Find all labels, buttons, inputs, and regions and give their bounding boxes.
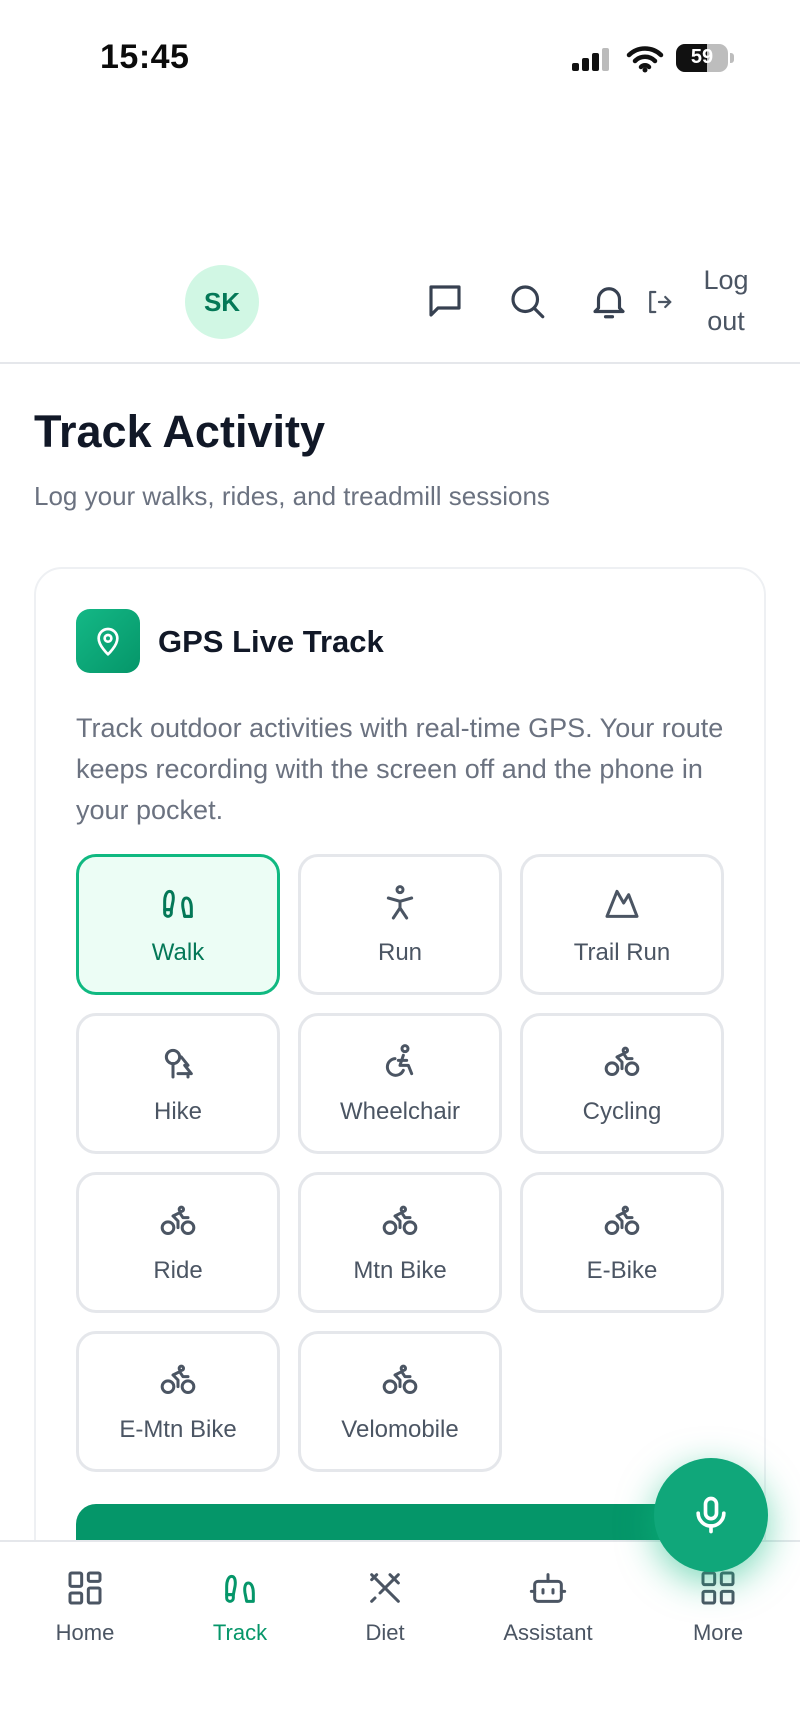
cellular-signal-icon	[572, 48, 609, 71]
bell-icon[interactable]	[588, 280, 630, 322]
activity-e-bike[interactable]: E-Bike	[520, 1172, 724, 1313]
activity-hike[interactable]: Hike	[76, 1013, 280, 1154]
nav-label: Home	[55, 1620, 115, 1645]
nav-label: Diet	[365, 1620, 405, 1645]
footprints-icon	[220, 1568, 260, 1608]
bike-icon	[602, 1042, 642, 1082]
nav-assistant[interactable]: Assistant	[483, 1568, 613, 1648]
activity-cycling[interactable]: Cycling	[520, 1013, 724, 1154]
nav-more[interactable]: More	[653, 1568, 783, 1648]
chat-icon[interactable]	[424, 280, 466, 322]
logout-icon[interactable]	[644, 287, 674, 317]
nav-diet[interactable]: Diet	[320, 1568, 450, 1648]
status-time: 15:45	[100, 38, 190, 76]
page-subtitle: Log your walks, rides, and treadmill ses…	[34, 481, 550, 511]
activity-run[interactable]: Run	[298, 854, 502, 995]
bike-icon	[158, 1360, 198, 1400]
battery-nub	[730, 53, 734, 63]
bot-icon	[528, 1568, 568, 1608]
footprints-icon	[158, 883, 198, 923]
map-pin-icon	[76, 609, 140, 673]
search-icon[interactable]	[506, 280, 548, 322]
activity-ride[interactable]: Ride	[76, 1172, 280, 1313]
wifi-icon	[626, 46, 664, 73]
activity-velomobile[interactable]: Velomobile	[298, 1331, 502, 1472]
bike-icon	[380, 1201, 420, 1241]
activity-label: Hike	[153, 1098, 202, 1125]
battery-indicator: 59	[676, 44, 728, 72]
nav-home[interactable]: Home	[20, 1568, 150, 1648]
grid-icon	[65, 1568, 105, 1608]
page-title: Track Activity	[34, 406, 325, 457]
track-activity-screen: 15:45 59 SK Log out Track Activity Log y…	[0, 0, 800, 1734]
activity-label: Ride	[153, 1257, 203, 1284]
app-header: SK Log out	[0, 240, 800, 364]
voice-input-button[interactable]	[654, 1458, 768, 1572]
activity-label: Run	[377, 939, 423, 966]
logout-button[interactable]: Log out	[696, 260, 756, 342]
activity-label: Wheelchair	[339, 1098, 461, 1125]
activity-label: E-Mtn Bike	[119, 1416, 237, 1443]
nav-track[interactable]: Track	[175, 1568, 305, 1648]
activity-wheelchair[interactable]: Wheelchair	[298, 1013, 502, 1154]
nav-label: More	[692, 1620, 744, 1645]
activity-label: Velomobile	[341, 1416, 459, 1443]
bottom-nav: Home Track Diet Assistant More	[0, 1540, 800, 1734]
gps-card-description: Track outdoor activities with real-time …	[76, 713, 724, 825]
activity-label: E-Bike	[586, 1257, 658, 1284]
bike-icon	[380, 1360, 420, 1400]
activity-label: Trail Run	[573, 939, 671, 966]
activity-e-mtn-bike[interactable]: E-Mtn Bike	[76, 1331, 280, 1472]
nav-label: Assistant	[503, 1620, 593, 1645]
microphone-icon	[696, 1496, 726, 1534]
wheelchair-icon	[380, 1042, 420, 1082]
mountain-icon	[602, 883, 642, 923]
grid-icon	[698, 1568, 738, 1608]
bike-icon	[602, 1201, 642, 1241]
trees-icon	[158, 1042, 198, 1082]
utensils-icon	[365, 1568, 405, 1608]
battery-level: 59	[690, 46, 714, 68]
nav-label: Track	[212, 1620, 268, 1645]
activity-walk[interactable]: Walk	[76, 854, 280, 995]
activity-trail-run[interactable]: Trail Run	[520, 854, 724, 995]
avatar[interactable]: SK	[185, 265, 259, 339]
running-person-icon	[380, 883, 420, 923]
activity-label: Cycling	[582, 1098, 662, 1125]
activity-label: Mtn Bike	[353, 1257, 447, 1284]
bike-icon	[158, 1201, 198, 1241]
activity-label: Walk	[151, 939, 205, 966]
gps-card-title: GPS Live Track	[158, 624, 384, 659]
activity-mtn-bike[interactable]: Mtn Bike	[298, 1172, 502, 1313]
